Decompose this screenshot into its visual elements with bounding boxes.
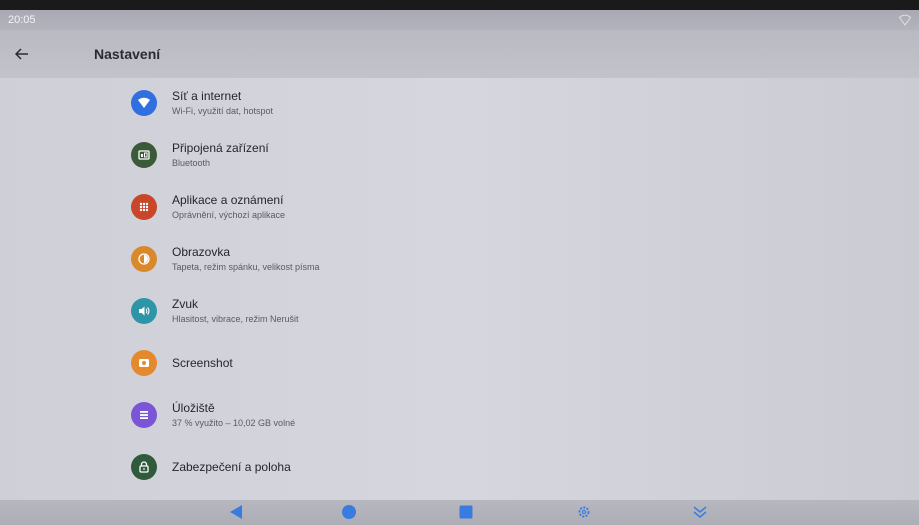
settings-item-screenshot[interactable]: Screenshot [131,341,531,385]
item-sublabel: Wi-Fi, využití dat, hotspot [172,105,274,116]
home-nav-icon[interactable] [340,504,358,520]
navigation-bar [0,500,919,525]
item-sublabel: 37 % využito – 10,02 GB volné [172,417,296,428]
item-label: Obrazovka [172,244,231,259]
settings-item-display[interactable]: Obrazovka Tapeta, režim spánku, velikost… [131,237,531,281]
item-sublabel: Hlasitost, vibrace, režim Nerušit [172,313,299,324]
item-label: Připojená zařízení [172,140,269,155]
item-label: Zabezpečení a poloha [172,459,291,474]
back-nav-icon[interactable] [227,504,245,520]
item-label: Aplikace a oznámení [172,192,284,207]
display-icon [131,246,157,272]
lock-icon [131,454,157,480]
item-label: Úložiště [172,400,215,415]
item-sublabel: Oprávnění, výchozí aplikace [172,209,286,220]
status-time: 20:05 [8,14,36,26]
connected-devices-icon [131,142,157,168]
item-label: Zvuk [172,296,199,311]
settings-item-apps[interactable]: Aplikace a oznámení Oprávnění, výchozí a… [131,185,531,229]
screenshot-icon [131,350,157,376]
settings-item-storage[interactable]: Úložiště 37 % využito – 10,02 GB volné [131,393,531,437]
wifi-status-icon [899,14,911,26]
settings-list: Síť a internet Wi-Fi, využití dat, hotsp… [0,78,919,500]
collapse-nav-icon[interactable] [691,504,709,520]
item-sublabel: Bluetooth [172,157,211,168]
settings-nav-icon[interactable] [575,504,593,520]
status-bar: 20:05 [0,10,919,30]
back-arrow-icon[interactable] [4,34,40,74]
recents-nav-icon[interactable] [457,504,475,520]
device-frame [0,0,919,10]
app-bar: Nastavení [0,30,919,78]
page-title: Nastavení [94,46,161,62]
settings-item-security[interactable]: Zabezpečení a poloha [131,445,531,489]
item-label: Síť a internet [172,88,242,103]
settings-item-sound[interactable]: Zvuk Hlasitost, vibrace, režim Nerušit [131,289,531,333]
apps-icon [131,194,157,220]
storage-icon [131,402,157,428]
settings-item-connected-devices[interactable]: Připojená zařízení Bluetooth [131,133,531,177]
item-label: Screenshot [172,355,233,370]
sound-icon [131,298,157,324]
settings-item-network[interactable]: Síť a internet Wi-Fi, využití dat, hotsp… [131,81,531,125]
item-sublabel: Tapeta, režim spánku, velikost písma [172,261,320,272]
wifi-icon [131,90,157,116]
